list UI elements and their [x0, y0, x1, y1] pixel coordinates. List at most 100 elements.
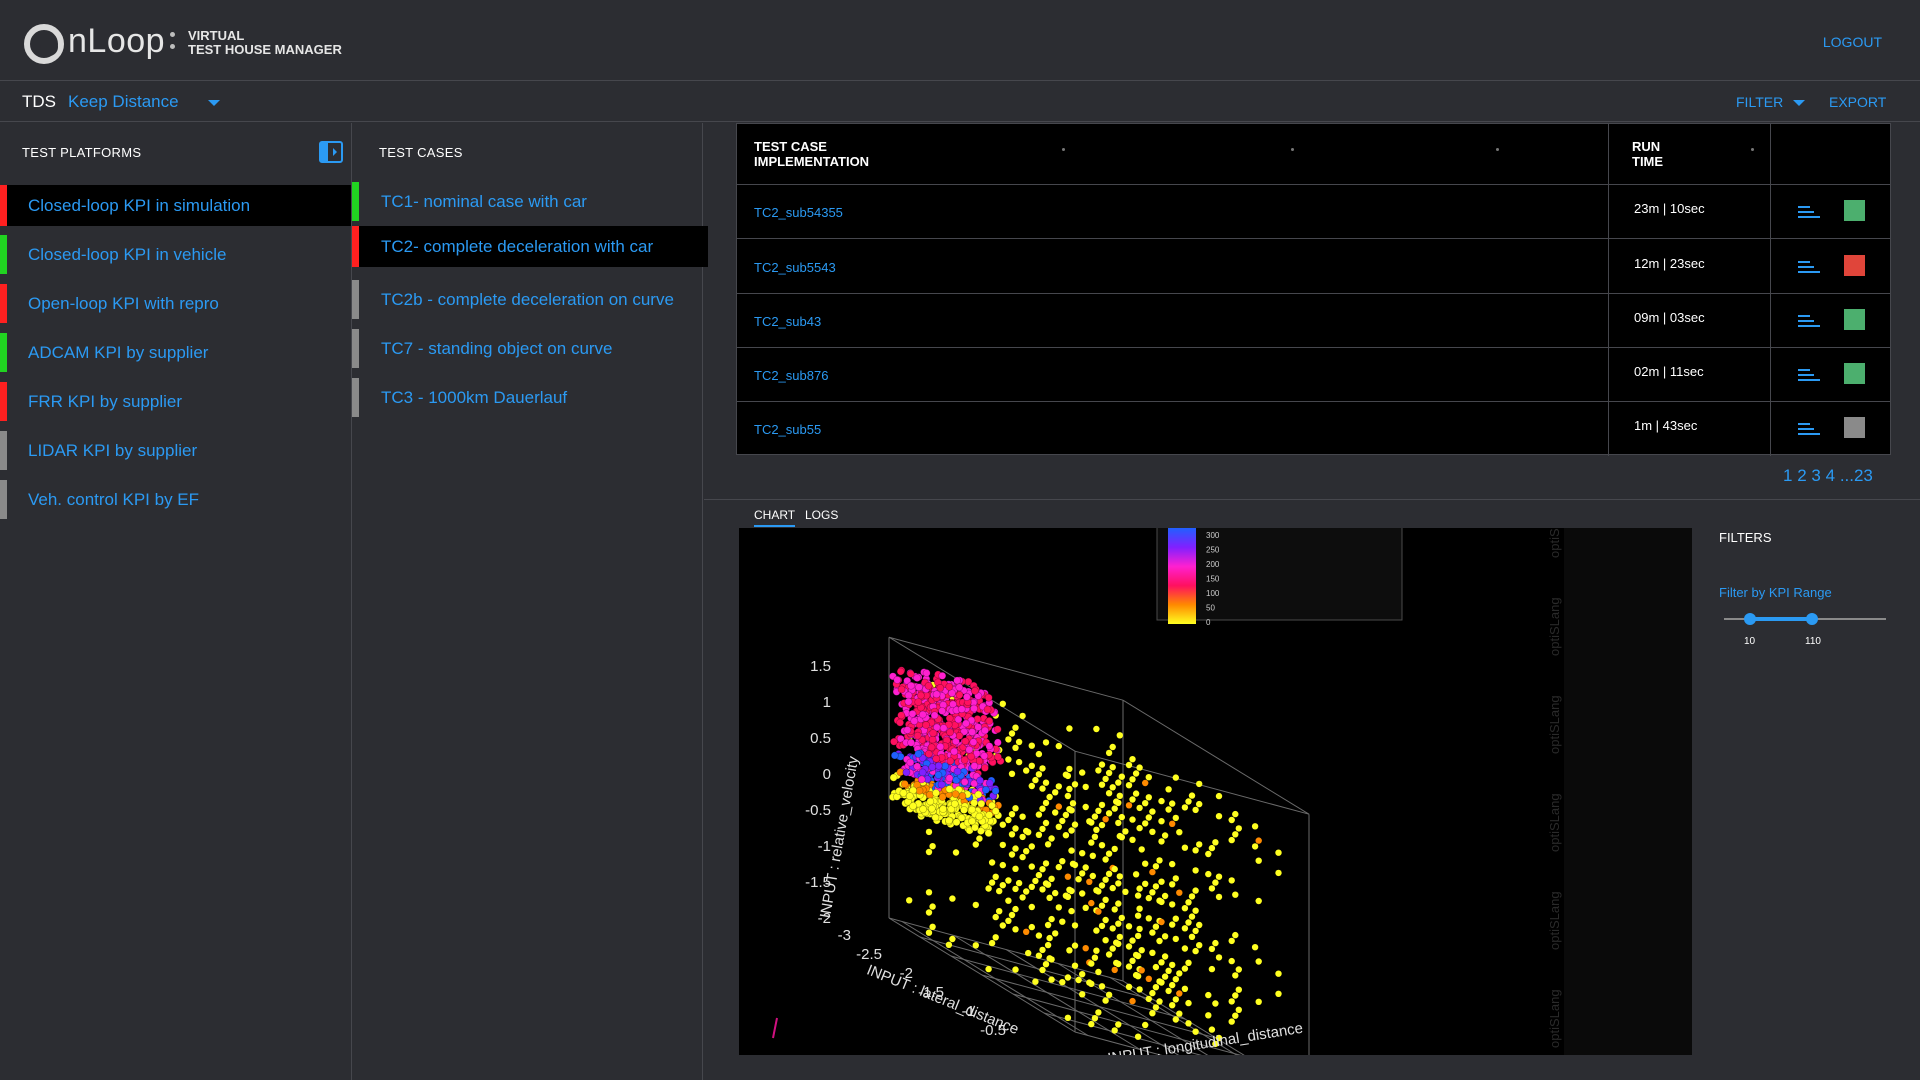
page-link[interactable]: 2 [1797, 466, 1806, 485]
data-point [999, 700, 1006, 707]
data-point [1196, 841, 1203, 848]
watermark-text: optiSLang [1547, 597, 1562, 656]
collapse-panel-icon[interactable] [318, 141, 344, 163]
scatter-3d-chart[interactable]: optiSLang optiSLang optiSLang optiSLang opti… [739, 528, 1692, 1055]
data-point [913, 731, 922, 740]
data-point [1188, 893, 1196, 900]
data-point [980, 751, 989, 760]
data-point [1008, 730, 1016, 737]
data-point [1071, 781, 1079, 788]
data-point [1205, 850, 1212, 858]
platform-item[interactable]: Open-loop KPI with repro [0, 279, 351, 328]
data-point [1185, 959, 1192, 966]
data-point [1134, 952, 1142, 960]
data-point [1149, 889, 1156, 896]
data-point [922, 669, 931, 677]
data-point [975, 812, 984, 821]
tds-selector[interactable]: Keep Distance [68, 92, 179, 112]
table-row[interactable]: TC2_sub876 02m | 11sec [737, 348, 1890, 402]
kpi-range-max-handle[interactable] [1806, 613, 1818, 625]
column-header-implementation[interactable]: TEST CASE IMPLEMENTATION [754, 139, 869, 169]
data-point [918, 768, 927, 777]
implementation-link[interactable]: TC2_sub43 [754, 314, 821, 329]
case-label: TC7 - standing object on curve [381, 338, 613, 358]
case-item[interactable]: TC7 - standing object on curve [352, 324, 707, 373]
table-row[interactable]: TC2_sub55 1m | 43sec [737, 402, 1890, 456]
list-icon[interactable] [1798, 204, 1820, 220]
data-point [929, 903, 936, 910]
case-item[interactable]: TC1- nominal case with car [352, 177, 707, 226]
table-row[interactable]: TC2_sub43 09m | 03sec [737, 294, 1890, 348]
case-item[interactable]: TC3 - 1000km Dauerlauf [352, 373, 707, 422]
sort-icon[interactable] [1291, 148, 1294, 151]
data-point [1158, 898, 1165, 906]
case-item[interactable]: TC2- complete deceleration with car [352, 226, 708, 267]
data-point [890, 751, 899, 760]
case-label: TC2b - complete deceleration on curve [381, 289, 674, 309]
platform-item[interactable]: ADCAM KPI by supplier [0, 328, 351, 377]
platform-label: Veh. control KPI by EF [28, 489, 200, 509]
data-point [1228, 877, 1235, 884]
table-row[interactable]: TC2_sub54355 23m | 10sec [737, 185, 1890, 239]
list-icon[interactable] [1798, 367, 1820, 383]
data-point [1098, 902, 1106, 909]
data-point [945, 941, 953, 948]
implementation-link[interactable]: TC2_sub876 [754, 368, 828, 383]
data-point [1023, 928, 1030, 935]
data-point [988, 859, 996, 866]
platform-item[interactable]: LIDAR KPI by supplier [0, 426, 351, 475]
data-point [1079, 890, 1086, 897]
list-icon[interactable] [1798, 259, 1820, 275]
data-point [1059, 858, 1066, 865]
page-link[interactable]: 3 [1811, 466, 1820, 485]
data-point [1032, 776, 1039, 784]
kpi-range-min-handle[interactable] [1744, 613, 1756, 625]
column-header-run-time[interactable]: RUN TIME [1632, 139, 1663, 169]
implementation-link[interactable]: TC2_sub54355 [754, 205, 843, 220]
data-point [1228, 998, 1235, 1005]
page-link[interactable]: 1 [1783, 466, 1792, 485]
implementation-link[interactable]: TC2_sub5543 [754, 260, 836, 275]
status-indicator [1844, 363, 1865, 384]
data-point [1136, 804, 1143, 812]
filter-button[interactable]: FILTER [1736, 94, 1783, 110]
data-point [1015, 879, 1023, 887]
page-link-more[interactable]: ...23 [1840, 466, 1873, 485]
data-point [945, 682, 954, 691]
platform-item[interactable]: FRR KPI by supplier [0, 377, 351, 426]
data-point [925, 828, 933, 836]
chevron-down-icon[interactable] [208, 100, 220, 106]
data-point [932, 788, 940, 797]
platform-item[interactable]: Closed-loop KPI in simulation [0, 185, 351, 226]
data-point [1149, 949, 1156, 956]
status-bar [352, 378, 359, 417]
table-row[interactable]: TC2_sub5543 12m | 23sec [737, 240, 1890, 294]
platform-item[interactable]: Veh. control KPI by EF [0, 475, 351, 524]
case-item[interactable]: TC2b - complete deceleration on curve [352, 275, 707, 324]
data-point [1066, 947, 1073, 954]
z-tick-label: 0.5 [810, 730, 831, 747]
data-point [1044, 941, 1052, 949]
data-point [1064, 893, 1072, 900]
logout-button[interactable]: LOGOUT [1823, 34, 1882, 50]
data-point [1176, 1010, 1183, 1017]
status-bar [0, 284, 7, 323]
implementation-link[interactable]: TC2_sub55 [754, 422, 821, 437]
list-icon[interactable] [1798, 313, 1820, 329]
chart-area[interactable]: optiSLang optiSLang optiSLang optiSLang opti… [739, 528, 1692, 1055]
tab-chart[interactable]: CHART [754, 508, 796, 527]
list-icon[interactable] [1798, 421, 1820, 437]
data-point [1169, 901, 1176, 908]
data-point [1105, 951, 1113, 958]
chevron-down-icon[interactable] [1793, 100, 1805, 106]
sort-icon[interactable] [1751, 148, 1754, 151]
export-button[interactable]: EXPORT [1829, 94, 1886, 110]
data-point [1035, 952, 1043, 959]
platform-item[interactable]: Closed-loop KPI in vehicle [0, 230, 351, 279]
page-link[interactable]: 4 [1826, 466, 1835, 485]
sort-icon[interactable] [1062, 148, 1065, 151]
sort-icon[interactable] [1496, 148, 1499, 151]
tab-logs[interactable]: LOGS [805, 508, 838, 522]
data-point [1215, 792, 1223, 800]
data-point [1181, 985, 1189, 992]
